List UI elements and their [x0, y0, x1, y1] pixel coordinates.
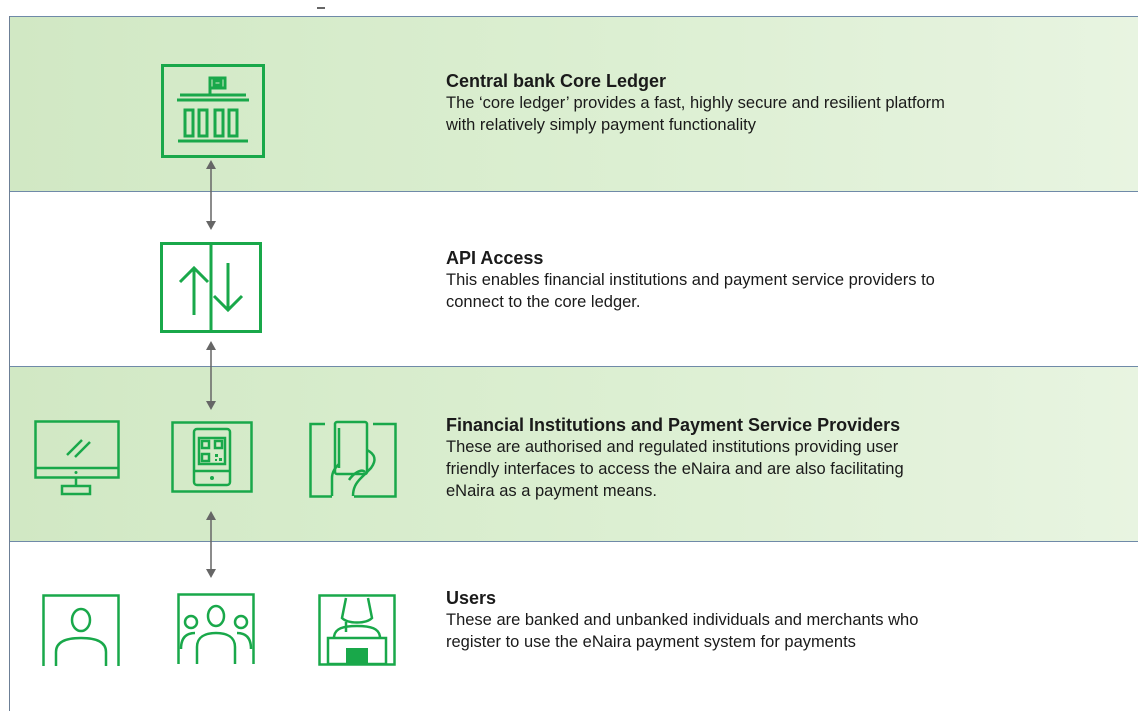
layer-description-line: These are authorised and regulated insti…	[446, 438, 899, 456]
api-transfer-icon	[160, 242, 262, 333]
layer-description-line: connect to the core ledger.	[446, 293, 641, 311]
computer-monitor-icon	[34, 420, 120, 496]
layer-description-line: eNaira as a payment means.	[446, 482, 657, 500]
layer-core-ledger-text: Central bank Core Ledger The ‘core ledge…	[446, 70, 1126, 136]
single-user-icon	[42, 594, 120, 666]
top-tick-mark	[317, 7, 325, 9]
merchant-icon	[318, 594, 396, 666]
connector-arrow-3	[206, 511, 216, 578]
mobile-qr-phone-icon	[171, 421, 253, 493]
layer-description-line: friendly interfaces to access the eNaira…	[446, 460, 904, 478]
layer-description-line: This enables financial institutions and …	[446, 271, 935, 289]
layer-description-line: The ‘core ledger’ provides a fast, highl…	[446, 94, 945, 112]
layer-title: Financial Institutions and Payment Servi…	[446, 415, 901, 435]
layer-description-line: These are banked and unbanked individual…	[446, 611, 919, 629]
layer-api-access-text: API Access This enables financial instit…	[446, 247, 1126, 313]
layer-title: Users	[446, 588, 497, 608]
central-bank-icon	[161, 64, 265, 158]
layer-users-text: Users These are banked and unbanked indi…	[446, 587, 1126, 653]
layer-title: Central bank Core Ledger	[446, 71, 667, 91]
connector-arrow-2	[206, 341, 216, 410]
user-group-icon	[177, 593, 255, 664]
layer-description-line: register to use the eNaira payment syste…	[446, 633, 856, 651]
hand-card-icon	[309, 420, 397, 498]
layer-title: API Access	[446, 248, 544, 268]
connector-arrow-1	[206, 160, 216, 230]
layer-financial-institutions-text: Financial Institutions and Payment Servi…	[446, 414, 1126, 502]
layer-description-line: with relatively simply payment functiona…	[446, 116, 756, 134]
